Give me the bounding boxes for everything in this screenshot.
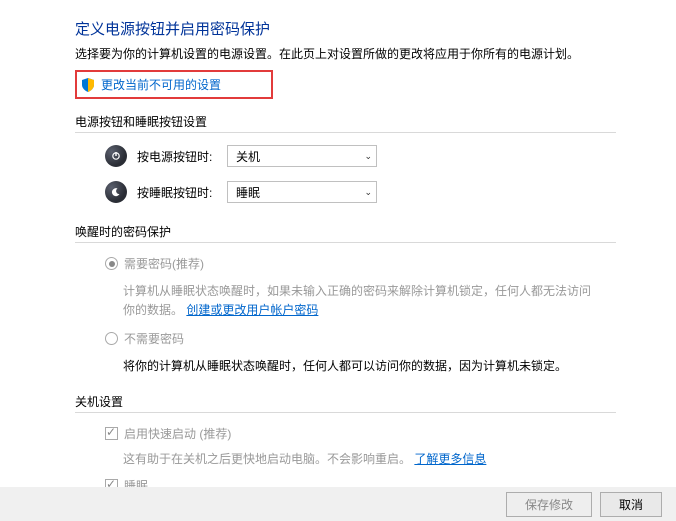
checkbox-fast-startup[interactable] — [105, 427, 118, 440]
cancel-button[interactable]: 取消 — [600, 492, 662, 517]
change-unavailable-settings-link[interactable]: 更改当前不可用的设置 — [101, 76, 221, 93]
change-settings-link-group: 更改当前不可用的设置 — [75, 70, 273, 99]
page-title: 定义电源按钮并启用密码保护 — [75, 18, 636, 39]
power-button-value: 关机 — [236, 148, 260, 165]
page-description: 选择要为你的计算机设置的电源设置。在此页上对设置所做的更改将应用于你所有的电源计… — [75, 45, 636, 62]
create-change-password-link[interactable]: 创建或更改用户帐户密码 — [186, 303, 318, 317]
power-button-row: 按电源按钮时: 关机 ⌄ — [105, 145, 636, 167]
radio-require-password[interactable] — [105, 257, 118, 270]
sleep-button-dropdown[interactable]: 睡眠 ⌄ — [227, 181, 377, 203]
checkbox-fast-startup-block: 启用快速启动 (推荐) — [105, 425, 636, 442]
radio-option-no-password: 不需要密码 — [105, 330, 636, 347]
sleep-button-value: 睡眠 — [236, 184, 260, 201]
require-password-description: 计算机从睡眠状态唤醒时，如果未输入正确的密码来解除计算机锁定，任何人都无法访问你… — [123, 282, 596, 320]
shield-icon — [81, 78, 95, 92]
checkbox-fast-startup-label: 启用快速启动 (推荐) — [124, 425, 231, 442]
section-header-password: 唤醒时的密码保护 — [75, 223, 616, 243]
radio-require-password-label: 需要密码(推荐) — [124, 255, 204, 272]
radio-no-password-label: 不需要密码 — [124, 330, 184, 347]
sleep-button-label: 按睡眠按钮时: — [137, 184, 227, 201]
radio-option-require-password: 需要密码(推荐) — [105, 255, 636, 272]
chevron-down-icon: ⌄ — [364, 187, 372, 198]
section-header-buttons: 电源按钮和睡眠按钮设置 — [75, 113, 616, 133]
save-button[interactable]: 保存修改 — [506, 492, 592, 517]
power-button-label: 按电源按钮时: — [137, 148, 227, 165]
fast-startup-description: 这有助于在关机之后更快地启动电脑。不会影响重启。 了解更多信息 — [123, 450, 636, 467]
chevron-down-icon: ⌄ — [364, 151, 372, 162]
sleep-icon — [105, 181, 127, 203]
power-icon — [105, 145, 127, 167]
button-bar: 保存修改 取消 — [0, 487, 676, 521]
sleep-button-row: 按睡眠按钮时: 睡眠 ⌄ — [105, 181, 636, 203]
no-password-description: 将你的计算机从睡眠状态唤醒时，任何人都可以访问你的数据，因为计算机未锁定。 — [123, 357, 596, 376]
learn-more-link[interactable]: 了解更多信息 — [414, 452, 486, 466]
section-header-shutdown: 关机设置 — [75, 393, 616, 413]
power-button-dropdown[interactable]: 关机 ⌄ — [227, 145, 377, 167]
radio-no-password[interactable] — [105, 332, 118, 345]
